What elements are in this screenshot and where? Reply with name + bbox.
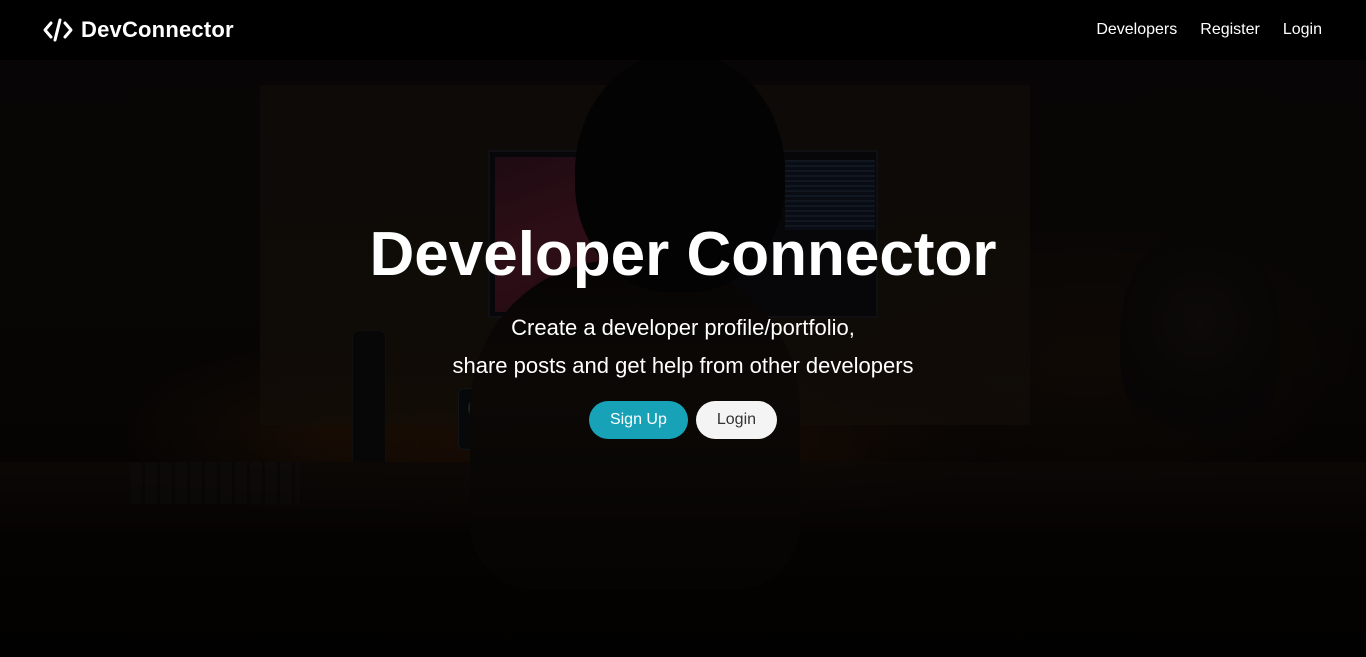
nav-link-login[interactable]: Login bbox=[1283, 21, 1322, 39]
brand-name: DevConnector bbox=[81, 17, 234, 42]
brand-link[interactable]: DevConnector bbox=[43, 17, 234, 43]
landing-page: DevConnector Developers Register Login D… bbox=[0, 0, 1366, 657]
hero-buttons: Sign Up Login bbox=[0, 401, 1366, 439]
login-button[interactable]: Login bbox=[695, 401, 778, 439]
nav-link-register[interactable]: Register bbox=[1200, 21, 1260, 39]
nav-link-developers[interactable]: Developers bbox=[1096, 21, 1177, 39]
hero-lead-line-1: Create a developer profile/portfolio, bbox=[511, 315, 855, 340]
hero-section: Developer Connector Create a developer p… bbox=[0, 60, 1366, 657]
code-icon bbox=[43, 18, 73, 42]
sign-up-button[interactable]: Sign Up bbox=[588, 401, 688, 439]
hero-lead-line-2: share posts and get help from other deve… bbox=[452, 353, 914, 378]
hero-content: Developer Connector Create a developer p… bbox=[0, 217, 1366, 439]
hero-title: Developer Connector bbox=[369, 220, 997, 289]
hero-lead: Create a developer profile/portfolio, sh… bbox=[0, 309, 1366, 385]
navbar: DevConnector Developers Register Login bbox=[0, 0, 1366, 60]
nav-links: Developers Register Login bbox=[1096, 21, 1322, 39]
